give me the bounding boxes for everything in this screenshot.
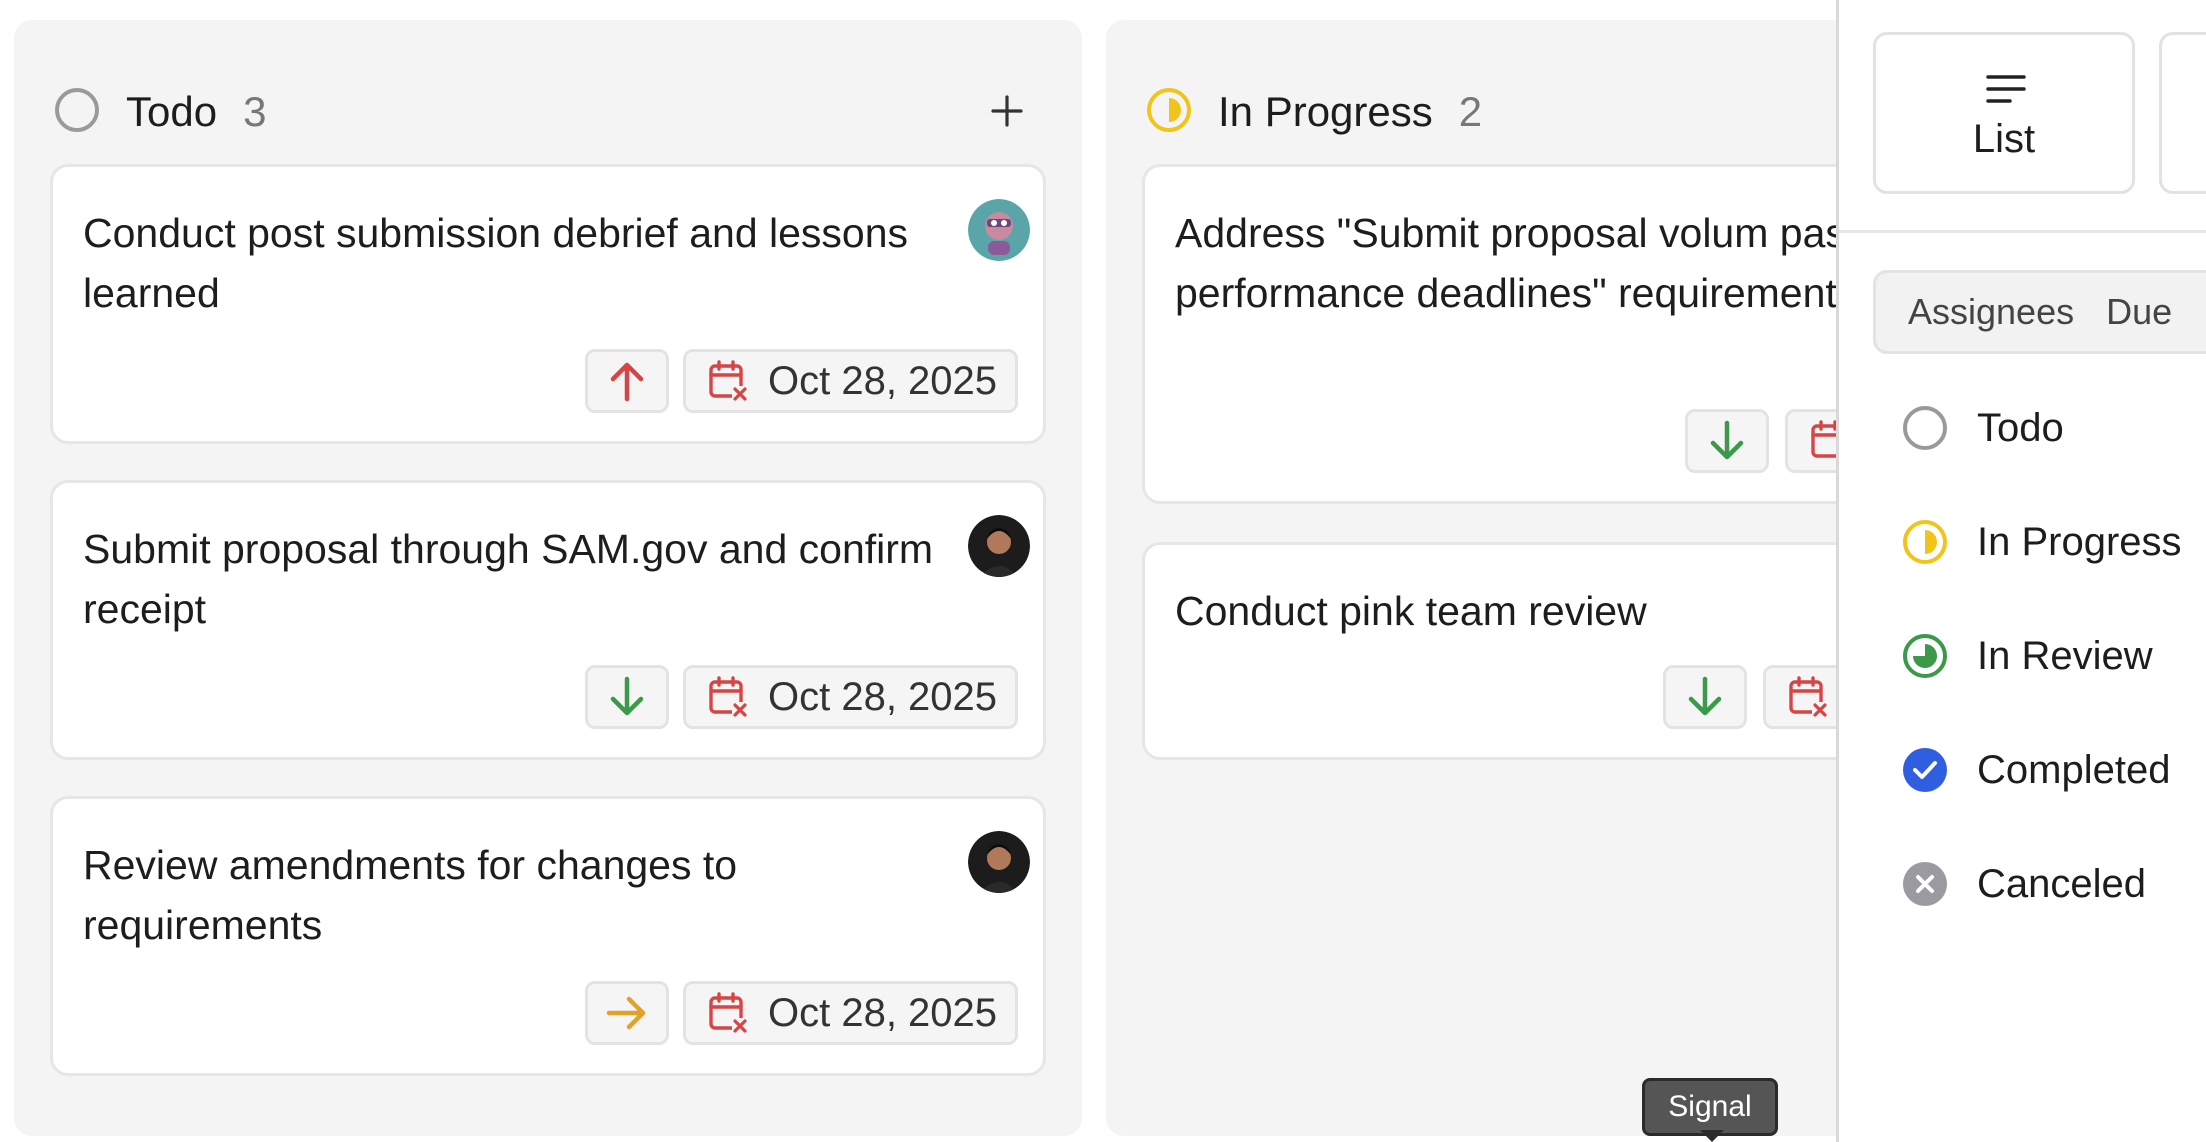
status-todo-icon bbox=[1903, 406, 1947, 450]
tab-assignees[interactable]: Assignees bbox=[1876, 291, 2074, 333]
assignee-avatar[interactable] bbox=[968, 199, 1030, 261]
task-card[interactable]: Conduct pink team review bbox=[1142, 542, 1903, 760]
due-date-chip[interactable]: Oct 28, 2025 bbox=[683, 349, 1019, 413]
due-date-chip[interactable]: Oct 28, 2025 bbox=[683, 981, 1019, 1045]
column-header: In Progress 2 bbox=[1146, 72, 1482, 152]
list-icon bbox=[1986, 75, 2026, 103]
status-canceled-icon bbox=[1903, 862, 1947, 906]
arrow-down-icon bbox=[1710, 420, 1744, 460]
tab-due[interactable]: Due bbox=[2074, 291, 2172, 333]
view-options-panel: List Assignees Due Todo In Progress In R… bbox=[1836, 0, 2206, 1142]
column-header: Todo 3 bbox=[54, 72, 266, 152]
task-title: Conduct post submission debrief and less… bbox=[83, 210, 909, 316]
status-option-in-progress[interactable]: In Progress bbox=[1901, 512, 2182, 572]
due-date-text: Oct 28, 2025 bbox=[768, 358, 998, 403]
task-card[interactable]: Submit proposal through SAM.gov and conf… bbox=[50, 480, 1046, 760]
grouping-tabs: Assignees Due bbox=[1873, 270, 2206, 354]
calendar-overdue-icon bbox=[1789, 676, 1828, 718]
calendar-overdue-icon bbox=[709, 676, 748, 718]
view-list-button[interactable]: List bbox=[1873, 32, 2135, 194]
view-list-label: List bbox=[1972, 117, 2036, 161]
column-in-progress: In Progress 2 Address "Submit proposal v… bbox=[1106, 20, 1905, 1136]
status-label: In Progress bbox=[1977, 519, 2182, 564]
status-label: In Review bbox=[1977, 633, 2153, 678]
status-completed-icon bbox=[1903, 748, 1947, 792]
task-card[interactable]: Conduct post submission debrief and less… bbox=[50, 164, 1046, 444]
task-card[interactable]: Review amendments for changes to require… bbox=[50, 796, 1046, 1076]
priority-chip[interactable] bbox=[1663, 665, 1747, 729]
column-count: 3 bbox=[243, 88, 267, 135]
arrow-up-icon bbox=[610, 362, 644, 402]
task-card[interactable]: Address "Submit proposal volum past-perf… bbox=[1142, 164, 1905, 504]
assignee-avatar[interactable] bbox=[968, 831, 1030, 893]
status-in-review-icon bbox=[1903, 634, 1947, 678]
tooltip-arrow bbox=[1700, 1130, 1724, 1142]
column-title: In Progress bbox=[1218, 88, 1433, 135]
calendar-overdue-icon bbox=[709, 360, 748, 402]
due-date-chip[interactable]: Oct 28, 2025 bbox=[683, 665, 1019, 729]
tooltip: Signal bbox=[1642, 1078, 1778, 1136]
priority-chip[interactable] bbox=[585, 665, 669, 729]
due-date-text: Oct 28, 2025 bbox=[768, 674, 998, 719]
status-option-in-review[interactable]: In Review bbox=[1901, 626, 2153, 686]
task-title: Conduct pink team review bbox=[1175, 588, 1647, 634]
arrow-down-icon bbox=[610, 676, 644, 716]
status-in-progress-icon bbox=[1903, 520, 1947, 564]
task-title: Submit proposal through SAM.gov and conf… bbox=[83, 526, 934, 632]
due-date-text: Oct 28, 2025 bbox=[768, 990, 998, 1035]
status-in-progress-icon bbox=[1146, 87, 1192, 138]
column-title: Todo bbox=[126, 88, 218, 135]
status-todo-icon bbox=[54, 87, 100, 138]
priority-chip[interactable] bbox=[1685, 409, 1769, 473]
assignee-avatar[interactable] bbox=[968, 515, 1030, 577]
kanban-board: Todo 3 Conduct post submission debrief a… bbox=[0, 0, 1905, 1142]
arrow-down-icon bbox=[1688, 676, 1722, 716]
task-title: Review amendments for changes to require… bbox=[83, 842, 738, 948]
column-todo: Todo 3 Conduct post submission debrief a… bbox=[14, 20, 1082, 1136]
status-option-completed[interactable]: Completed bbox=[1901, 740, 2170, 800]
task-title: Address "Submit proposal volum past-perf… bbox=[1175, 210, 1871, 316]
arrow-right-icon bbox=[606, 996, 646, 1030]
status-option-todo[interactable]: Todo bbox=[1901, 398, 2064, 458]
priority-chip[interactable] bbox=[585, 349, 669, 413]
status-label: Todo bbox=[1977, 405, 2064, 450]
status-label: Canceled bbox=[1977, 861, 2147, 906]
column-count: 2 bbox=[1458, 88, 1483, 135]
plus-icon bbox=[991, 95, 1023, 127]
status-label: Completed bbox=[1977, 747, 2171, 792]
calendar-overdue-icon bbox=[709, 992, 748, 1034]
status-option-canceled[interactable]: Canceled bbox=[1901, 854, 2146, 914]
panel-divider bbox=[1839, 230, 2206, 233]
priority-chip[interactable] bbox=[585, 981, 669, 1045]
view-board-button[interactable] bbox=[2159, 32, 2206, 194]
add-task-button[interactable] bbox=[982, 86, 1032, 136]
